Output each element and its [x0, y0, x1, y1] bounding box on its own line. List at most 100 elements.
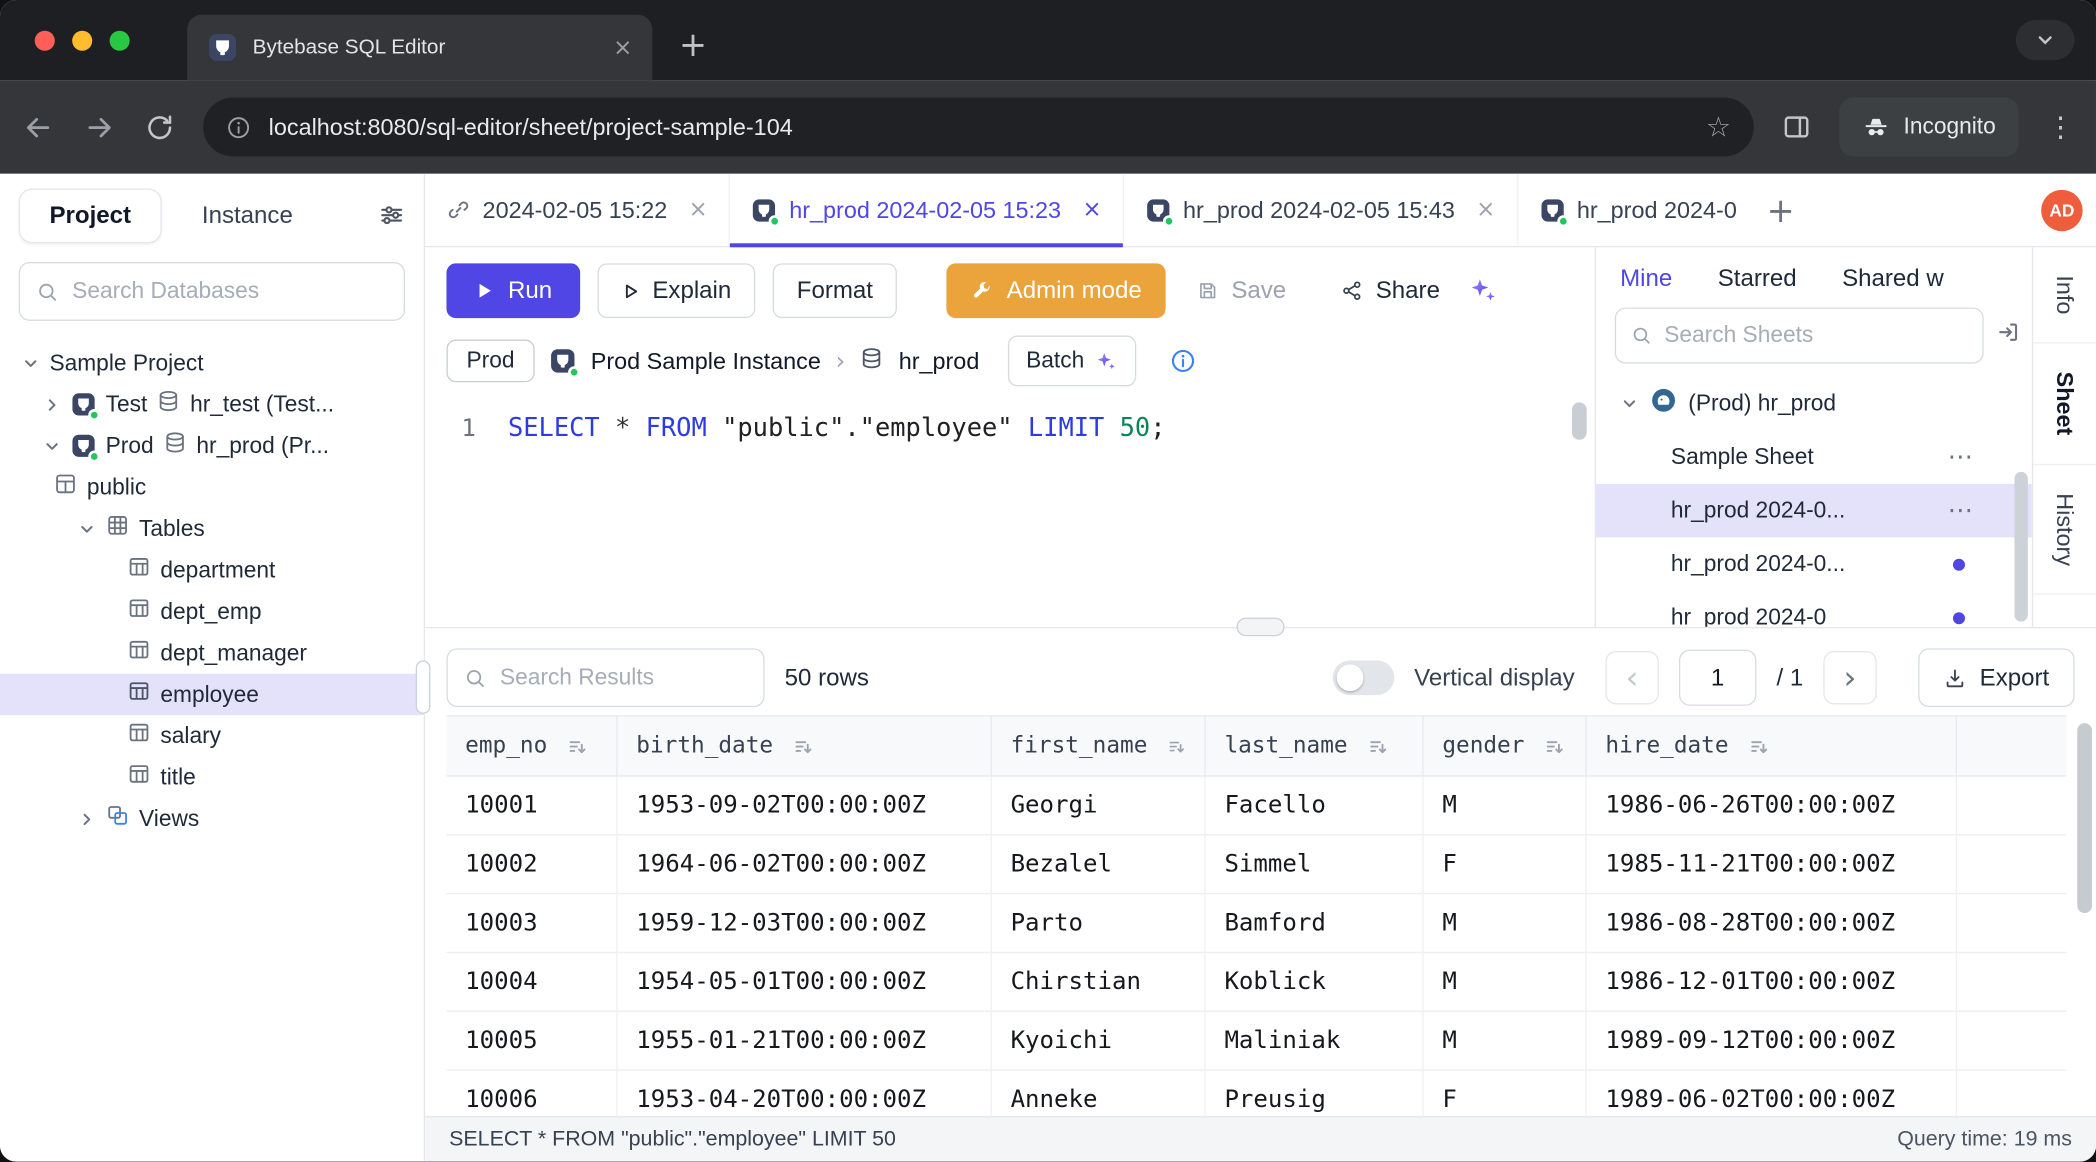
table-cell[interactable]: Anneke: [992, 1071, 1206, 1116]
new-sheet-tab-button[interactable]: +: [1753, 174, 1808, 246]
export-button[interactable]: Export: [1918, 648, 2074, 707]
table-cell[interactable]: 1985-11-21T00:00:00Z: [1587, 835, 1957, 894]
editor-tab-3[interactable]: hr_prod 2024-02-05 15:43 ×: [1124, 174, 1518, 246]
tree-item-title[interactable]: title: [0, 757, 424, 798]
table-cell[interactable]: F: [1424, 835, 1587, 894]
table-cell[interactable]: Georgi: [992, 777, 1206, 836]
table-cell[interactable]: Koblick: [1206, 953, 1424, 1012]
column-header-last_name[interactable]: last_name: [1206, 716, 1424, 775]
info-icon[interactable]: [1170, 348, 1197, 375]
editor-tab-1[interactable]: 2024-02-05 15:22 ×: [425, 174, 730, 246]
tab-shared[interactable]: Shared w: [1842, 265, 1944, 293]
side-panel-icon[interactable]: [1782, 112, 1811, 141]
editor-scrollbar[interactable]: [1572, 402, 1587, 439]
table-cell[interactable]: 1953-04-20T00:00:00Z: [618, 1071, 992, 1116]
table-cell[interactable]: 1953-09-02T00:00:00Z: [618, 777, 992, 836]
strip-tab-info[interactable]: Info: [2033, 247, 2096, 344]
table-cell[interactable]: 10004: [446, 953, 617, 1012]
sort-icon[interactable]: [1368, 736, 1388, 756]
table-cell[interactable]: Kyoichi: [992, 1012, 1206, 1071]
column-header-gender[interactable]: gender: [1424, 716, 1587, 775]
table-cell[interactable]: Chirstian: [992, 953, 1206, 1012]
tab-mine[interactable]: Mine: [1620, 265, 1672, 293]
strip-tab-sheet[interactable]: Sheet: [2033, 344, 2096, 465]
table-cell[interactable]: 1954-05-01T00:00:00Z: [618, 953, 992, 1012]
sheet-item[interactable]: hr_prod 2024-0...: [1596, 537, 2032, 590]
sidebar-resize-handle[interactable]: [416, 660, 431, 713]
admin-mode-button[interactable]: Admin mode: [947, 263, 1166, 318]
table-cell[interactable]: M: [1424, 777, 1587, 836]
prev-page-button[interactable]: ‹: [1605, 651, 1658, 704]
results-scrollbar[interactable]: [2077, 723, 2092, 913]
column-header-birth_date[interactable]: birth_date: [618, 716, 992, 775]
close-icon[interactable]: ×: [689, 196, 708, 223]
table-cell[interactable]: Maliniak: [1206, 1012, 1424, 1071]
site-info-icon[interactable]: [226, 114, 251, 139]
results-search-input[interactable]: [500, 664, 747, 691]
next-page-button[interactable]: ›: [1823, 651, 1876, 704]
tree-item-views-group[interactable]: Views: [0, 798, 424, 839]
share-button[interactable]: Share: [1341, 263, 1440, 318]
save-button[interactable]: Save: [1197, 263, 1287, 318]
sheet-item[interactable]: hr_prod 2024-0: [1596, 591, 2032, 627]
tree-item-department[interactable]: department: [0, 549, 424, 590]
column-header-first_name[interactable]: first_name: [992, 716, 1206, 775]
sql-editor[interactable]: 1 SELECT * FROM "public"."employee" LIMI…: [425, 400, 1595, 627]
column-header-emp_no[interactable]: emp_no: [446, 716, 617, 775]
sheet-scrollbar[interactable]: [2014, 472, 2027, 622]
import-sheet-icon[interactable]: [1996, 319, 2021, 351]
tree-item-tables-group[interactable]: Tables: [0, 508, 424, 549]
browser-tab[interactable]: Bytebase SQL Editor ×: [187, 15, 652, 80]
database-search-input[interactable]: [72, 278, 387, 305]
editor-tab-2-active[interactable]: hr_prod 2024-02-05 15:23 ×: [730, 174, 1124, 246]
table-cell[interactable]: 10005: [446, 1012, 617, 1071]
sheet-menu-icon[interactable]: ⋯: [1948, 496, 1973, 525]
table-row[interactable]: 100011953-09-02T00:00:00ZGeorgiFacelloM1…: [446, 777, 2066, 836]
table-row[interactable]: 100051955-01-21T00:00:00ZKyoichiMaliniak…: [446, 1012, 2066, 1071]
bookmark-star-icon[interactable]: ☆: [1706, 111, 1731, 143]
table-cell[interactable]: Bamford: [1206, 894, 1424, 953]
tab-starred[interactable]: Starred: [1718, 265, 1797, 293]
sheet-item-selected[interactable]: hr_prod 2024-0... ⋯: [1596, 484, 2032, 537]
table-cell[interactable]: 1986-06-26T00:00:00Z: [1587, 777, 1957, 836]
forward-icon[interactable]: [83, 110, 116, 143]
back-icon[interactable]: [21, 110, 54, 143]
tree-item-dept-emp[interactable]: dept_emp: [0, 591, 424, 632]
table-cell[interactable]: 10006: [446, 1071, 617, 1116]
table-row[interactable]: 100041954-05-01T00:00:00ZChirstianKoblic…: [446, 953, 2066, 1012]
sort-icon[interactable]: [1749, 736, 1769, 756]
table-cell[interactable]: Simmel: [1206, 835, 1424, 894]
tree-item-employee-selected[interactable]: employee: [0, 674, 424, 715]
table-row[interactable]: 100061953-04-20T00:00:00ZAnnekePreusigF1…: [446, 1071, 2066, 1116]
table-cell[interactable]: 1989-09-12T00:00:00Z: [1587, 1012, 1957, 1071]
tree-item-salary[interactable]: salary: [0, 715, 424, 756]
table-cell[interactable]: M: [1424, 953, 1587, 1012]
tree-item-hr-prod[interactable]: Prod hr_prod (Pr...: [0, 425, 424, 466]
environment-chip[interactable]: Prod: [446, 340, 534, 383]
vertical-display-toggle[interactable]: [1333, 660, 1394, 695]
explain-button[interactable]: Explain: [598, 263, 756, 318]
drag-handle[interactable]: [1236, 618, 1284, 637]
tree-item-schema-public[interactable]: public: [0, 467, 424, 508]
sort-icon[interactable]: [567, 736, 587, 756]
run-button[interactable]: Run: [446, 263, 580, 318]
table-row[interactable]: 100021964-06-02T00:00:00ZBezalelSimmelF1…: [446, 835, 2066, 894]
results-divider[interactable]: [425, 627, 2096, 640]
sheet-search[interactable]: [1615, 307, 1984, 363]
table-cell[interactable]: F: [1424, 1071, 1587, 1116]
sheet-group-hr-prod[interactable]: (Prod) hr_prod: [1596, 377, 2032, 430]
address-bar[interactable]: localhost:8080/sql-editor/sheet/project-…: [203, 98, 1754, 157]
table-cell[interactable]: 1986-12-01T00:00:00Z: [1587, 953, 1957, 1012]
close-icon[interactable]: ×: [1476, 196, 1495, 223]
sheet-menu-icon[interactable]: ⋯: [1948, 442, 1973, 471]
database-search[interactable]: [19, 262, 405, 321]
sheet-search-input[interactable]: [1664, 322, 1967, 349]
tree-item-sample-project[interactable]: Sample Project: [0, 342, 424, 383]
table-cell[interactable]: 1986-08-28T00:00:00Z: [1587, 894, 1957, 953]
sort-icon[interactable]: [1544, 736, 1564, 756]
batch-button[interactable]: Batch: [1007, 336, 1136, 387]
table-row[interactable]: 100031959-12-03T00:00:00ZPartoBamfordM19…: [446, 894, 2066, 953]
table-cell[interactable]: 10002: [446, 835, 617, 894]
sort-icon[interactable]: [793, 736, 813, 756]
table-cell[interactable]: 1989-06-02T00:00:00Z: [1587, 1071, 1957, 1116]
